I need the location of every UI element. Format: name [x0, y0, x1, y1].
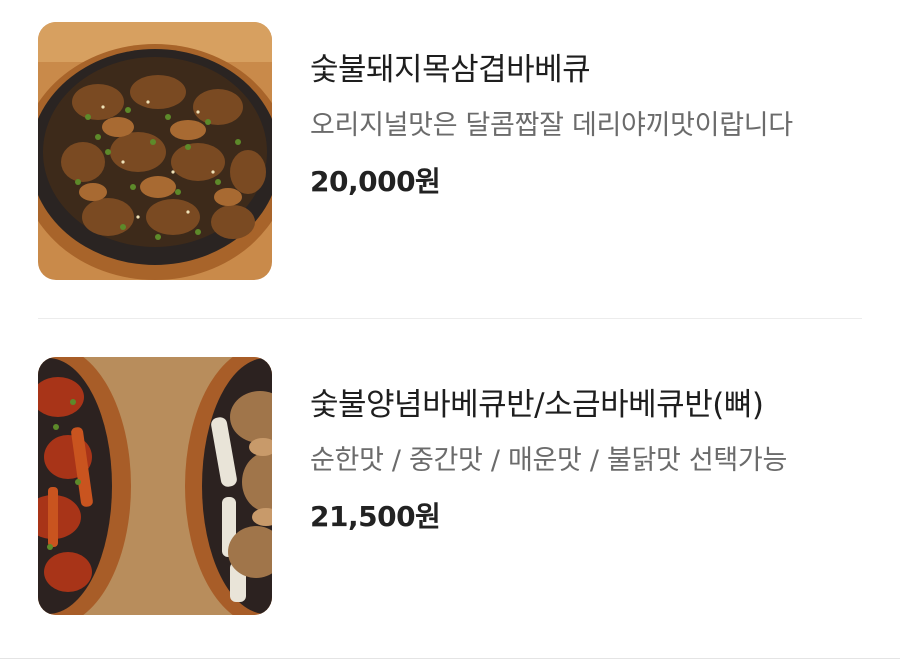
menu-item-description: 순한맛 / 중간맛 / 매운맛 / 불닭맛 선택가능 [310, 445, 788, 476]
menu-item-price: 20,000원 [310, 165, 441, 198]
divider [38, 318, 862, 319]
menu-item-info: 숯불양념바베큐반/소금바베큐반(뼈) 순한맛 / 중간맛 / 매운맛 / 불닭맛… [310, 357, 862, 537]
menu-item-name: 숯불돼지목삼겹바베큐 [310, 52, 591, 88]
menu-item-name: 숯불양념바베큐반/소금바베큐반(뼈) [310, 387, 764, 423]
menu-item-description: 오리지널맛은 달콤짭잘 데리야끼맛이랍니다 [310, 110, 793, 141]
menu-list: 숯불돼지목삼겹바베큐 오리지널맛은 달콤짭잘 데리야끼맛이랍니다 20,000원 [0, 0, 900, 663]
menu-item-price: 21,500원 [310, 500, 441, 533]
menu-item[interactable]: 숯불돼지목삼겹바베큐 오리지널맛은 달콤짭잘 데리야끼맛이랍니다 20,000원 [38, 22, 862, 280]
menu-item[interactable]: 숯불양념바베큐반/소금바베큐반(뼈) 순한맛 / 중간맛 / 매운맛 / 불닭맛… [38, 357, 862, 615]
menu-item-photo[interactable] [38, 357, 272, 615]
divider [0, 658, 900, 659]
menu-item-photo[interactable] [38, 22, 272, 280]
menu-item-info: 숯불돼지목삼겹바베큐 오리지널맛은 달콤짭잘 데리야끼맛이랍니다 20,000원 [310, 22, 862, 202]
